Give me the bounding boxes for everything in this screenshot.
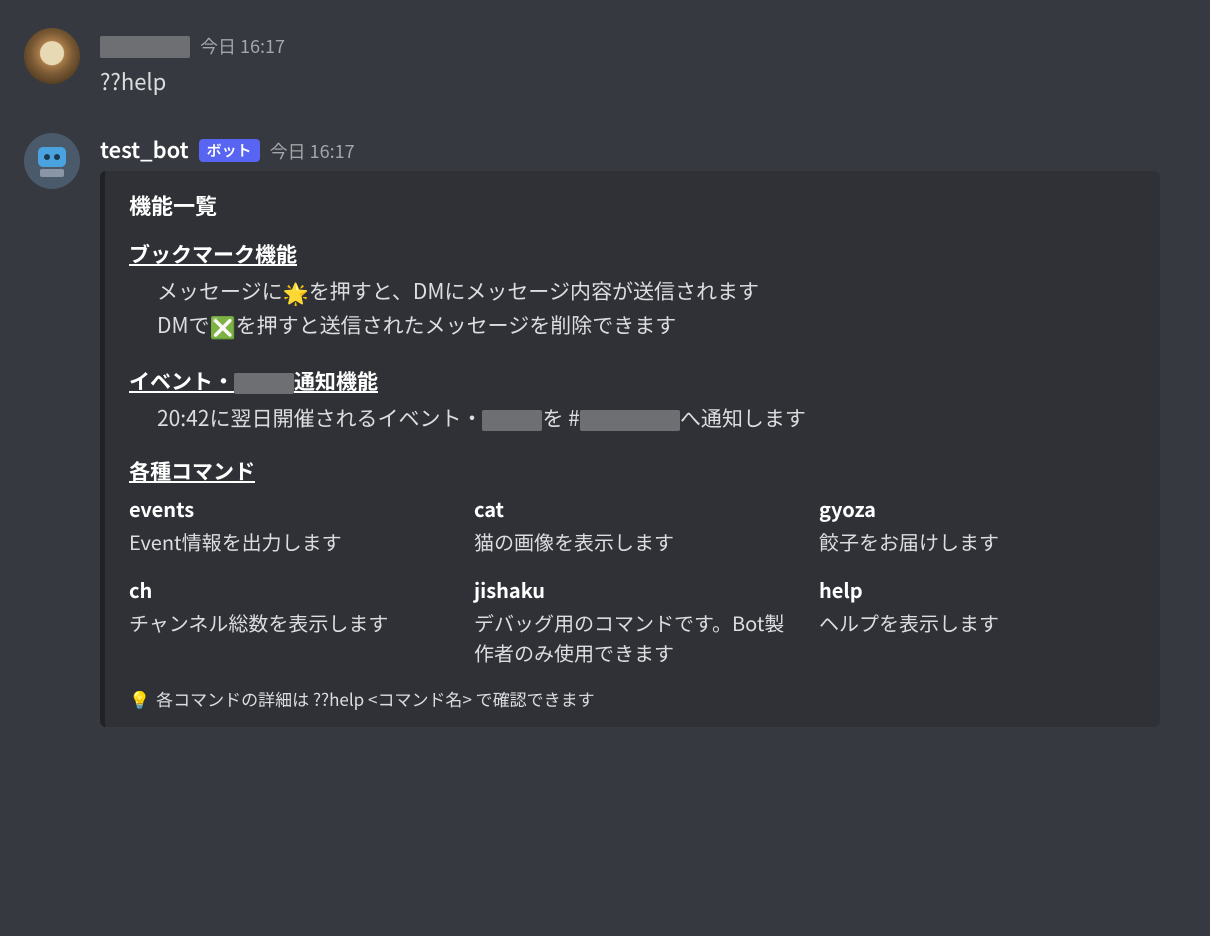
message-bot: test_bot ボット 今日 16:17 機能一覧 ブックマーク機能 メッセー… <box>16 125 1194 732</box>
field-name: gyoza <box>819 494 1136 523</box>
section-title-commands: 各種コマンド <box>129 456 1136 486</box>
message-header: 今日 16:17 <box>100 28 1186 60</box>
footer-text: 各コマンドの詳細は ??help <コマンド名> で確認できます <box>156 686 595 711</box>
field-name: ch <box>129 575 446 604</box>
text: へ通知します <box>680 403 806 433</box>
bulb-icon: 💡 <box>129 686 150 711</box>
field-value: 餃子をお届けします <box>819 527 1136 557</box>
username[interactable] <box>100 28 190 60</box>
desc-line: DMで❎を押すと送信されたメッセージを削除できます <box>129 309 1136 344</box>
embed-field: ch チャンネル総数を表示します <box>129 575 446 668</box>
redacted-text <box>100 36 190 58</box>
text: 20:42に翌日開催されるイベント・ <box>157 403 482 433</box>
section-title-event: イベント・ 通知機能 <box>129 366 1136 396</box>
embed-field: gyoza 餃子をお届けします <box>819 494 1136 557</box>
text: イベント・ <box>129 366 234 396</box>
text: DMで <box>157 310 210 340</box>
message-body: test_bot ボット 今日 16:17 機能一覧 ブックマーク機能 メッセー… <box>100 133 1186 728</box>
timestamp: 今日 16:17 <box>200 33 285 59</box>
redacted-text <box>482 410 542 431</box>
embed: 機能一覧 ブックマーク機能 メッセージに🌟を押すと、DMにメッセージ内容が送信さ… <box>100 171 1160 728</box>
field-value: チャンネル総数を表示します <box>129 608 446 638</box>
section-title-bookmark: ブックマーク機能 <box>129 239 1136 269</box>
avatar[interactable] <box>24 133 80 189</box>
section-desc-bookmark: メッセージに🌟を押すと、DMにメッセージ内容が送信されます DMで❎を押すと送信… <box>129 275 1136 344</box>
embed-field: cat 猫の画像を表示します <box>474 494 791 557</box>
field-value: Event情報を出力します <box>129 527 446 557</box>
field-name: jishaku <box>474 575 791 604</box>
text: 通知機能 <box>294 366 378 396</box>
field-value: 猫の画像を表示します <box>474 527 791 557</box>
field-name: help <box>819 575 1136 604</box>
field-value: ヘルプを表示します <box>819 608 1136 638</box>
message-header: test_bot ボット 今日 16:17 <box>100 133 1186 165</box>
desc-line: 20:42に翌日開催されるイベント・ を # へ通知します <box>129 402 1136 435</box>
redacted-text <box>234 373 294 394</box>
field-value: デバッグ用のコマンドです。Bot製作者のみ使用できます <box>474 608 791 668</box>
text: メッセージに <box>157 276 283 306</box>
username[interactable]: test_bot <box>100 133 189 165</box>
embed-field: events Event情報を出力します <box>129 494 446 557</box>
avatar[interactable] <box>24 28 80 84</box>
text: を押すと、DMにメッセージ内容が送信されます <box>309 276 759 306</box>
text: を押すと送信されたメッセージを削除できます <box>236 310 677 340</box>
embed-footer: 💡 各コマンドの詳細は ??help <コマンド名> で確認できます <box>129 686 1136 711</box>
x-icon: ❎ <box>210 311 236 344</box>
desc-line: メッセージに🌟を押すと、DMにメッセージ内容が送信されます <box>129 275 1136 310</box>
field-name: events <box>129 494 446 523</box>
message-body: 今日 16:17 ??help <box>100 28 1186 97</box>
bot-icon <box>30 139 74 183</box>
text: を # <box>542 403 579 433</box>
bot-tag: ボット <box>199 139 260 162</box>
message-content: ??help <box>100 66 1186 97</box>
embed-fields: events Event情報を出力します cat 猫の画像を表示します gyoz… <box>129 494 1136 668</box>
field-name: cat <box>474 494 791 523</box>
section-desc-event: 20:42に翌日開催されるイベント・ を # へ通知します <box>129 402 1136 435</box>
timestamp: 今日 16:17 <box>270 138 355 164</box>
redacted-text <box>580 410 680 431</box>
embed-field: jishaku デバッグ用のコマンドです。Bot製作者のみ使用できます <box>474 575 791 668</box>
star-icon: 🌟 <box>283 277 309 310</box>
embed-field: help ヘルプを表示します <box>819 575 1136 668</box>
message-user: 今日 16:17 ??help <box>16 20 1194 101</box>
embed-title: 機能一覧 <box>129 189 1136 221</box>
